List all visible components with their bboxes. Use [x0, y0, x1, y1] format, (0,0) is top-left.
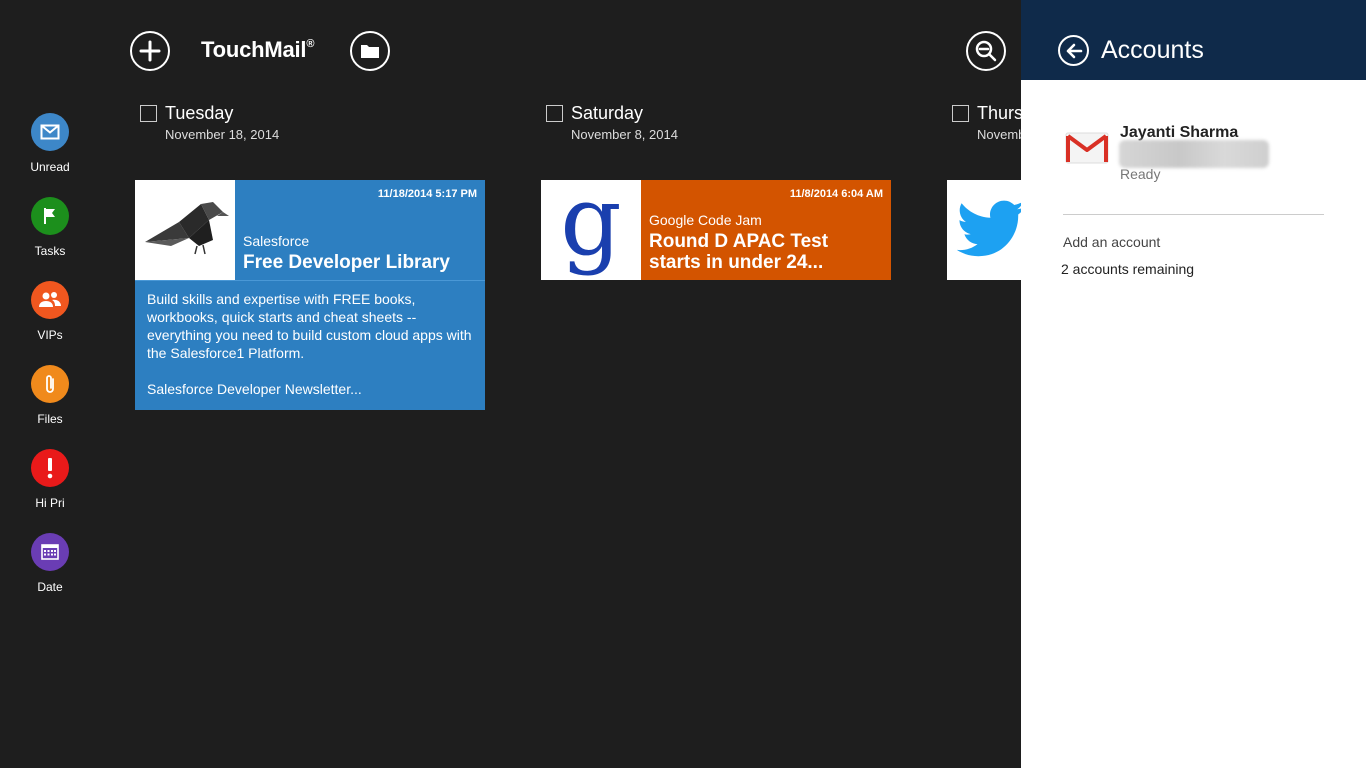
- accounts-title: Accounts: [1101, 36, 1204, 64]
- email-time: 11/8/2014 6:04 AM: [789, 188, 883, 200]
- google-g-icon: g: [560, 180, 622, 277]
- folder-icon: [361, 45, 379, 58]
- email-sender: Salesforce: [243, 233, 310, 249]
- app-logo: TouchMail®: [201, 37, 315, 62]
- account-status: Ready: [1120, 166, 1161, 182]
- sender-thumbnail: g: [541, 180, 641, 280]
- sidebar-item-unread[interactable]: Unread: [20, 113, 80, 174]
- sidebar-item-label: Hi Pri: [35, 496, 65, 510]
- email-time: 11/18/2014 5:17 PM: [377, 188, 477, 200]
- select-day-checkbox[interactable]: [140, 105, 157, 122]
- sidebar-item-label: Files: [37, 412, 63, 426]
- email-card-salesforce[interactable]: 11/18/2014 5:17 PM Salesforce Free Devel…: [135, 180, 485, 410]
- email-sender: Google Code Jam: [649, 212, 762, 228]
- accounts-panel: Accounts Jayanti Sharma Ready Add an acc…: [1021, 0, 1366, 768]
- email-subject: Free Developer Library: [243, 252, 450, 273]
- compose-button[interactable]: [130, 31, 170, 71]
- sidebar-item-tasks[interactable]: Tasks: [20, 197, 80, 258]
- hi-pri-circle: [31, 449, 69, 487]
- people-icon: [39, 292, 61, 307]
- sidebar-item-hi-pri[interactable]: Hi Pri: [20, 449, 80, 510]
- email-footer: Salesforce Developer Newsletter...: [147, 381, 362, 397]
- unread-circle: [31, 113, 69, 151]
- exclamation-icon: [47, 458, 53, 479]
- zoom-out-button[interactable]: [966, 31, 1006, 71]
- plus-icon: [139, 40, 161, 62]
- email-subject: Round D APAC Test starts in under 24...: [649, 231, 829, 273]
- account-item[interactable]: Jayanti Sharma Ready: [1065, 124, 1325, 184]
- files-circle: [31, 365, 69, 403]
- folder-button[interactable]: [350, 31, 390, 71]
- accounts-remaining-text: 2 accounts remaining: [1061, 261, 1195, 277]
- email-body: Build skills and expertise with FREE boo…: [147, 291, 472, 361]
- twitter-bird-icon: [957, 200, 1021, 257]
- gmail-icon: [1065, 132, 1109, 164]
- redacted-email: [1119, 140, 1269, 168]
- email-card-twitter[interactable]: [947, 180, 1021, 280]
- origami-bird-icon: [145, 202, 229, 255]
- flag-icon: [44, 208, 55, 224]
- sidebar-item-label: Unread: [30, 160, 70, 174]
- sender-thumbnail: [947, 180, 1021, 280]
- sender-thumbnail: [135, 180, 235, 280]
- select-day-checkbox[interactable]: [952, 105, 969, 122]
- divider: [1063, 214, 1324, 215]
- select-day-checkbox[interactable]: [546, 105, 563, 122]
- back-arrow-icon: [1066, 43, 1082, 58]
- sidebar-item-files[interactable]: Files: [20, 365, 80, 426]
- vips-circle: [31, 281, 69, 319]
- day-date: November 8, 2014: [571, 127, 678, 142]
- zoom-out-icon: [975, 40, 997, 62]
- sidebar-item-label: VIPs: [37, 328, 63, 342]
- email-preview: Build skills and expertise with FREE boo…: [135, 280, 485, 410]
- sidebar-item-label: Date: [37, 580, 63, 594]
- sidebar-item-date[interactable]: Date: [20, 533, 80, 594]
- email-card-google-code-jam[interactable]: g 11/8/2014 6:04 AM Google Code Jam Roun…: [541, 180, 891, 280]
- accounts-panel-header: Accounts: [1021, 0, 1366, 80]
- tasks-circle: [31, 197, 69, 235]
- sidebar-item-label: Tasks: [34, 244, 66, 258]
- date-circle: [31, 533, 69, 571]
- back-button[interactable]: [1058, 35, 1089, 66]
- day-name: Tuesday: [165, 103, 234, 123]
- add-account-link[interactable]: Add an account: [1063, 234, 1160, 250]
- calendar-icon: [41, 544, 59, 560]
- day-date: November 18, 2014: [165, 127, 280, 142]
- paperclip-icon: [46, 375, 54, 393]
- sidebar-item-vips[interactable]: VIPs: [20, 281, 80, 342]
- day-name: Saturday: [571, 103, 644, 123]
- envelope-icon: [40, 124, 60, 140]
